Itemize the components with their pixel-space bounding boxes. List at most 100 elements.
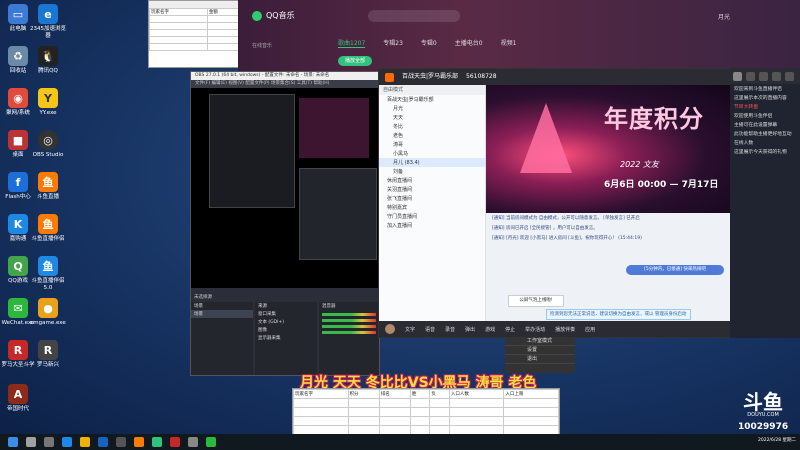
menu-item-exit[interactable]: 退出 [505, 355, 575, 364]
channel-item[interactable]: 加入直播间 [379, 221, 485, 230]
network-icon: ◉ [8, 88, 28, 108]
channel-item[interactable]: 老色 [379, 131, 485, 140]
desktop-icon-rome-new[interactable]: R 罗马新兴 [30, 340, 66, 369]
preview-nested-window [209, 94, 295, 208]
channel-item[interactable]: 休闲直播间 [379, 176, 485, 185]
event-banner[interactable]: 年度积分 2022 文友 6月6日 00:00 — 7月17日 [486, 85, 731, 213]
desktop-icon-aoe[interactable]: A 帝国时代 [0, 384, 36, 413]
user-name[interactable]: 月光 [718, 12, 730, 21]
bottom-item[interactable]: 语音 [425, 326, 435, 333]
search-icon[interactable] [26, 437, 36, 447]
wechat-icon: ✉ [8, 298, 28, 318]
bottom-item[interactable]: 举办活动 [525, 326, 545, 333]
popup-tip[interactable]: 公屏气泡上线啦! [508, 295, 564, 307]
bottom-item[interactable]: 播放伴奏 [555, 326, 575, 333]
channel-item[interactable]: 关羽直播间 [379, 185, 485, 194]
menu-item-studio-mode[interactable]: 工作室模式 [505, 337, 575, 346]
side-text: 这里展示本次的直播内容 [734, 96, 787, 101]
desktop-icon-douyu-companion-5[interactable]: 鱼 斗鱼直播伴侣5.0 [30, 256, 66, 292]
desktop-icon-obs[interactable]: ◎ OBS Studio [30, 130, 66, 159]
chat-message: [通知] [月光] 欢迎 [小黑马] 进入房间 [斗鱼]，祝你玩得开心！ (15… [492, 236, 642, 241]
game-icon: R [38, 340, 58, 360]
side-text: 主播可在此设置弹幕 [734, 123, 778, 128]
screen-icon[interactable] [759, 71, 768, 81]
scene-item[interactable]: 场景 [191, 310, 253, 318]
source-item[interactable]: 窗口采集 [255, 310, 317, 318]
spreadsheet-window-bottom[interactable]: 玩家名字 积分 排名 胜 负 入口人数 入口上限 [292, 388, 560, 436]
obs-menu-bar[interactable]: 文件(F) 编辑(E) 视图(V) 配置文件(P) 场景集合(S) 工具(T) … [191, 80, 379, 88]
audio-meter [322, 319, 376, 322]
desktop-icon-browser[interactable]: e 2345加速浏览器 [30, 4, 66, 40]
desktop-icon-douyu[interactable]: 鱼 斗鱼直播 [30, 172, 66, 201]
edge-icon[interactable] [62, 437, 72, 447]
desktop-icon-yy[interactable]: Y YY.exe [30, 88, 66, 117]
channel-item[interactable]: 守门员直播间 [379, 212, 485, 221]
bottom-item[interactable]: 录音 [445, 326, 455, 333]
minimize-icon[interactable] [772, 71, 781, 81]
bottom-item[interactable]: 停止 [505, 326, 515, 333]
channel-item[interactable]: 百战天虫|罗马霸乐部 [379, 95, 485, 104]
channel-item[interactable]: 张飞直播间 [379, 194, 485, 203]
douyu-icon[interactable] [134, 437, 144, 447]
side-text: 节目大转盘 [734, 105, 758, 110]
taskview-icon[interactable] [44, 437, 54, 447]
bottom-item[interactable]: 游戏 [485, 326, 495, 333]
tab-songs[interactable]: 歌曲1207 [338, 38, 366, 48]
tab-radio[interactable]: 主播电台0 [455, 38, 483, 48]
search-input[interactable] [368, 10, 460, 22]
tab-video[interactable]: 视频1 [501, 38, 517, 48]
channel-item[interactable]: 月光 [379, 104, 485, 113]
qq-music-icon[interactable] [152, 437, 162, 447]
obs-window[interactable]: OBS 27.0.1 (64 bit, windows) - 配置文件: 未命名… [190, 71, 380, 376]
taskbar-clock[interactable]: 2022/6/28 星期二 [758, 437, 796, 443]
obs-sources-panel: 来源 窗口采集 文本 (GDI+) 图像 显示器采集 [255, 302, 317, 375]
spreadsheet-window-top[interactable]: 玩家名字 金额 [148, 0, 242, 68]
bottom-item[interactable]: 弹出 [465, 326, 475, 333]
source-item[interactable]: 图像 [255, 326, 317, 334]
avatar[interactable] [385, 324, 395, 334]
tab-albums-2[interactable]: 专辑0 [421, 38, 437, 48]
watermark-logo: 斗鱼 [743, 390, 784, 414]
app-icon[interactable] [206, 437, 216, 447]
home-icon[interactable] [733, 71, 742, 81]
preview-nested-music [299, 98, 369, 158]
desktop-icon-qq[interactable]: 🐧 腾讯QQ [30, 46, 66, 75]
play-all-button[interactable]: 播放全部 [338, 56, 372, 66]
channel-item[interactable]: 刘备 [379, 167, 485, 176]
folder-icon: ■ [8, 130, 28, 150]
desktop-icon-douyu-companion[interactable]: 鱼 斗鱼直播伴侣 [30, 214, 66, 243]
menu-item-settings[interactable]: 设置 [505, 346, 575, 355]
source-item[interactable]: 文本 (GDI+) [255, 318, 317, 326]
obs-preview[interactable] [191, 88, 379, 288]
channel-item[interactable]: 天天 [379, 113, 485, 122]
douyu-icon [385, 72, 394, 82]
audio-meter [322, 313, 376, 316]
browser-icon[interactable] [98, 437, 108, 447]
source-item[interactable]: 显示器采集 [255, 334, 317, 342]
channel-item-selected[interactable]: 月儿 (83.4) [379, 158, 485, 167]
banner-year: 2022 文友 [620, 160, 659, 169]
game-icon[interactable] [170, 437, 180, 447]
notice-bar[interactable]: 检测到您无法正常说话，建议切换为自由发言，或以 管理员身份启动 [546, 309, 691, 320]
start-icon[interactable] [8, 437, 18, 447]
list-icon[interactable] [746, 71, 755, 81]
chat-bubble[interactable]: [5分钟内，已接通] 快来热闹吧 [626, 265, 724, 275]
obs-icon[interactable] [116, 437, 126, 447]
room-title: 百战天虫|罗马霸乐部 [402, 73, 459, 80]
folder-icon[interactable] [80, 437, 90, 447]
app-icon[interactable] [188, 437, 198, 447]
qq-music-window[interactable]: QQ音乐 在线音乐 歌曲1207 专辑23 专辑0 主播电台0 视频1 播放全部… [238, 0, 800, 78]
close-icon[interactable] [785, 71, 794, 81]
channel-item[interactable]: 涛哥 [379, 140, 485, 149]
channel-item[interactable]: 小黑马 [379, 149, 485, 158]
desktop-icon-cmgame[interactable]: ● cmgame.exe [30, 298, 66, 327]
bottom-item[interactable]: 文字 [405, 326, 415, 333]
channel-item[interactable]: 冬比 [379, 122, 485, 131]
douyu-room-window[interactable]: 百战天虫|罗马霸乐部 56108728 自由模式 百战天虫|罗马霸乐部 月光 天… [378, 68, 737, 338]
channel-mode-header[interactable]: 自由模式 [379, 85, 485, 95]
bottom-item[interactable]: 应用 [585, 326, 595, 333]
channel-list: 自由模式 百战天虫|罗马霸乐部 月光 天天 冬比 老色 涛哥 小黑马 月儿 (8… [379, 85, 486, 337]
panel-title: 来源 [258, 304, 267, 309]
channel-item[interactable]: 特别嘉宾 [379, 203, 485, 212]
tab-albums[interactable]: 专辑23 [383, 38, 403, 48]
